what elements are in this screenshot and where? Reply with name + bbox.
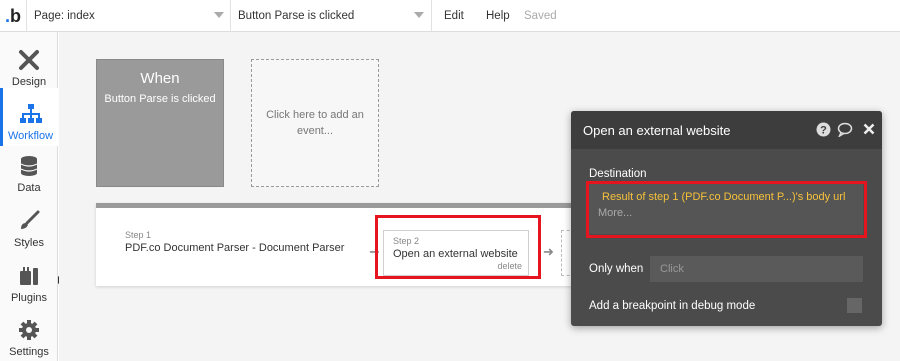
step-number: Step 1: [125, 230, 152, 240]
event-select[interactable]: Button Parse is clicked: [230, 0, 430, 32]
sidebar-item-settings[interactable]: Settings: [0, 308, 58, 361]
panel-header: Open an external website: [571, 111, 882, 149]
action-panel: Open an external website ? Destination R…: [571, 111, 882, 326]
only-when-label: Only when: [589, 263, 644, 275]
sidebar-item-label: Styles: [14, 237, 44, 249]
page-select[interactable]: Page: index: [26, 0, 230, 32]
destination-value[interactable]: Result of step 1 (PDF.co Document P...)'…: [602, 191, 845, 203]
destination-label: Destination: [589, 168, 647, 180]
add-event-button[interactable]: Click here to add an event...: [251, 59, 379, 187]
help-icon[interactable]: ?: [815, 121, 831, 137]
event-card[interactable]: When Button Parse is clicked: [96, 59, 224, 187]
add-event-label: Click here to add an event...: [266, 108, 364, 138]
step-name: Open an external website: [393, 248, 518, 260]
sidebar-item-label: Design: [11, 76, 47, 88]
sidebar-item-data[interactable]: Data: [0, 144, 58, 198]
gear-icon: [17, 318, 41, 342]
delete-step-link[interactable]: delete: [497, 261, 522, 271]
comment-icon[interactable]: [837, 121, 853, 137]
panel-title: Open an external website: [583, 122, 731, 138]
bubble-logo[interactable]: .b: [0, 0, 26, 32]
sidebar-item-styles[interactable]: Styles: [0, 199, 58, 253]
chevron-down-icon: [414, 12, 424, 18]
brush-icon: [17, 209, 41, 233]
breakpoint-label: Add a breakpoint in debug mode: [589, 300, 756, 312]
chevron-down-icon: [214, 12, 224, 18]
sidebar-item-label: Workflow: [7, 130, 54, 142]
design-icon: [17, 48, 41, 72]
sidebar-item-design[interactable]: Design: [0, 38, 58, 92]
svg-text:?: ?: [820, 124, 827, 136]
event-select-value: Button Parse is clicked: [238, 10, 355, 22]
arrow-right-icon: ➜: [543, 244, 554, 259]
help-menu[interactable]: Help: [486, 0, 510, 32]
save-status: Saved: [524, 10, 557, 22]
database-icon: [17, 154, 41, 178]
only-when-input[interactable]: [650, 256, 863, 282]
breakpoint-checkbox[interactable]: [847, 298, 862, 313]
event-card-subtitle: Button Parse is clicked: [104, 93, 216, 105]
sidebar-item-label: Settings: [9, 346, 49, 358]
sidebar: Design Workflow Data Styles Plugins Sett…: [0, 32, 58, 361]
close-icon[interactable]: [861, 121, 877, 137]
sidebar-item-workflow[interactable]: Workflow: [0, 88, 58, 146]
step-2[interactable]: Step 2 Open an external website delete: [383, 230, 529, 276]
step-number: Step 2: [393, 236, 420, 246]
edit-menu[interactable]: Edit: [444, 0, 464, 32]
step-1[interactable]: Step 1 PDF.co Document Parser - Document…: [125, 230, 344, 254]
sidebar-item-plugins[interactable]: Plugins: [0, 254, 58, 308]
page-select-value: Page: index: [34, 10, 95, 22]
event-card-title: When: [140, 70, 180, 87]
sidebar-item-label: Plugins: [10, 292, 48, 304]
more-link[interactable]: More...: [598, 207, 632, 219]
top-bar: .b Page: index Button Parse is clicked E…: [0, 0, 900, 32]
workflow-icon: [19, 102, 43, 126]
plug-icon: [17, 264, 41, 288]
sidebar-item-label: Data: [17, 182, 41, 194]
arrow-right-icon: ➜: [369, 244, 380, 259]
divider: [431, 0, 432, 32]
step-name: PDF.co Document Parser - Document Parser: [125, 242, 345, 254]
steps-bar: Step 1 PDF.co Document Parser - Document…: [96, 203, 596, 286]
